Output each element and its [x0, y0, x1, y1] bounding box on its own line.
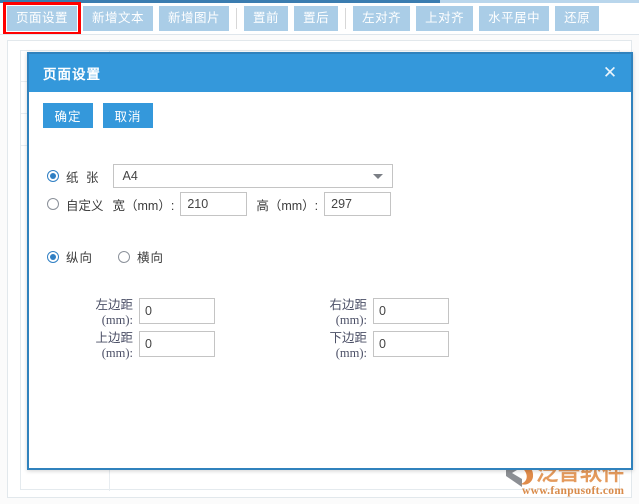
page-setup-dialog[interactable]: 页面设置 ✕ 确定 取消 纸 张 A4 自定义 宽（mm）: 210 高（mm）… [27, 52, 633, 470]
paper-size-value: A4 [122, 169, 138, 183]
toolbar-button-restore[interactable]: 还原 [555, 6, 600, 31]
radio-paper-label: 纸 张 [66, 170, 101, 185]
margin-right-label-line2: (mm): [335, 313, 367, 327]
chevron-down-icon[interactable] [373, 174, 384, 179]
toolbar-button-send-back[interactable]: 置后 [294, 6, 339, 31]
margin-left-field: 左边距 (mm): [71, 298, 215, 328]
radio-paper[interactable] [47, 170, 59, 182]
custom-size-row: 自定义 宽（mm）: 高（mm）: [47, 192, 392, 216]
height-label: 高（mm）: [256, 198, 319, 213]
dialog-title-bar: 页面设置 ✕ [29, 54, 631, 92]
toolbar-underline [0, 34, 639, 35]
toolbar: 页面设置 新增文本 新增图片 置前 置后 左对齐 上对齐 水平居中 还原 [0, 2, 639, 35]
radio-landscape[interactable] [118, 250, 131, 263]
margin-right-field: 右边距 (mm): [305, 298, 449, 328]
margin-top-label: 上边距 (mm): [71, 331, 133, 361]
height-input[interactable] [324, 192, 392, 216]
margin-bottom-label-line2: (mm): [335, 346, 367, 360]
radio-custom-label: 自定义 [66, 198, 104, 213]
radio-portrait-label: 纵向 [66, 251, 94, 265]
margin-bottom-label-line1: 下边距 [329, 331, 367, 345]
radio-portrait[interactable] [47, 250, 59, 263]
toolbar-button-add-image[interactable]: 新增图片 [159, 6, 230, 31]
toolbar-button-align-center-horizontal[interactable]: 水平居中 [479, 6, 550, 31]
dialog-body: 确定 取消 纸 张 A4 自定义 宽（mm）: 210 高（mm）: 297 纵… [29, 92, 631, 468]
width-label: 宽（mm）: [112, 198, 175, 213]
margin-bottom-field: 下边距 (mm): [305, 331, 449, 361]
margin-top-field: 上边距 (mm): [71, 331, 215, 361]
orientation-row: 纵向 横向 [47, 247, 164, 266]
margin-right-label: 右边距 (mm): [305, 298, 367, 328]
close-icon[interactable]: ✕ [599, 62, 621, 84]
margin-top-input[interactable] [139, 331, 215, 357]
margin-bottom-label: 下边距 (mm): [305, 331, 367, 361]
toolbar-button-page-setup[interactable]: 页面设置 [2, 2, 82, 35]
page-setup-form: 纸 张 A4 自定义 宽（mm）: 高（mm）: [29, 92, 631, 468]
dialog-title: 页面设置 [43, 67, 101, 82]
margin-right-label-line1: 右边距 [329, 298, 367, 312]
paper-row: 纸 张 A4 [47, 164, 394, 188]
margin-right-input[interactable] [373, 298, 449, 324]
radio-custom[interactable] [47, 198, 59, 210]
toolbar-button-bring-front[interactable]: 置前 [244, 6, 289, 31]
toolbar-button-align-top[interactable]: 上对齐 [416, 6, 474, 31]
margin-top-label-line2: (mm): [101, 346, 133, 360]
margin-left-input[interactable] [139, 298, 215, 324]
margin-left-label-line2: (mm): [101, 313, 133, 327]
toolbar-button-add-text[interactable]: 新增文本 [83, 6, 154, 31]
radio-landscape-label: 横向 [137, 251, 165, 265]
width-input[interactable] [180, 192, 248, 216]
toolbar-separator-2 [345, 8, 347, 29]
margin-bottom-input[interactable] [373, 331, 449, 357]
margin-left-label: 左边距 (mm): [71, 298, 133, 328]
toolbar-separator-1 [236, 8, 238, 29]
margin-top-label-line1: 上边距 [95, 331, 133, 345]
brand-url: www.fanpusoft.com [522, 485, 624, 497]
toolbar-button-align-left[interactable]: 左对齐 [353, 6, 411, 31]
page-root: 页面设置 新增文本 新增图片 置前 置后 左对齐 上对齐 水平居中 还原 bh{… [0, 0, 639, 504]
paper-size-select[interactable]: A4 [113, 164, 394, 188]
margin-left-label-line1: 左边距 [95, 298, 133, 312]
